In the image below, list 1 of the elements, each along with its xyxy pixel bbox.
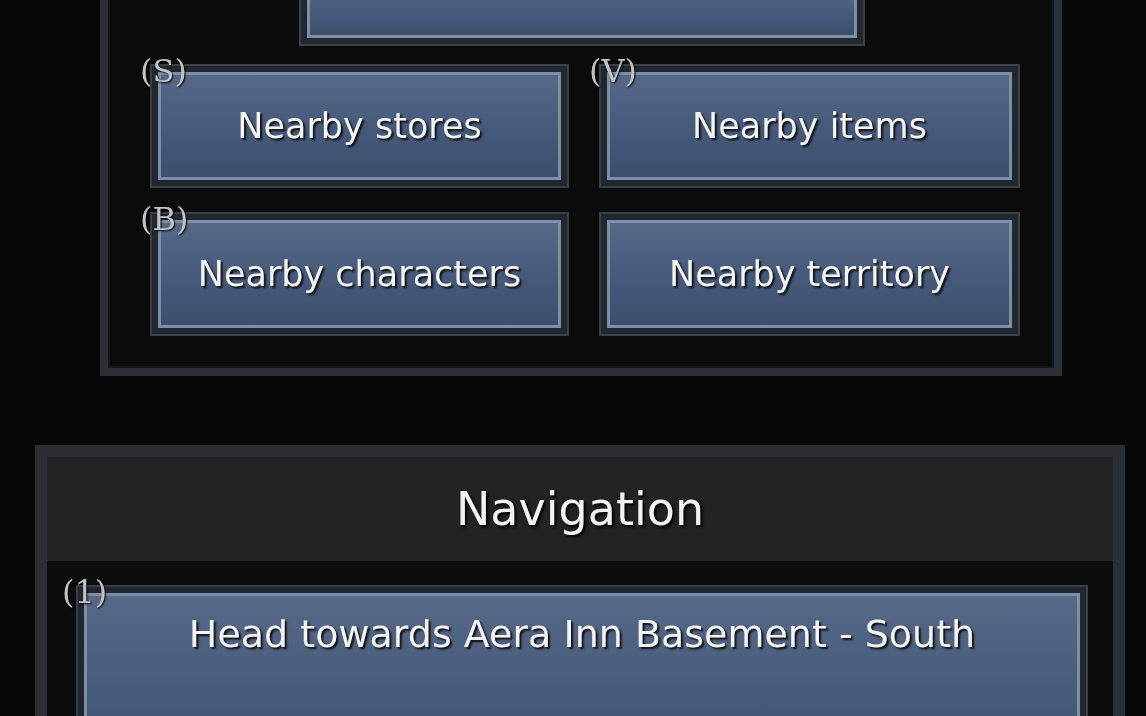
- panel-title: Navigation: [47, 457, 1113, 561]
